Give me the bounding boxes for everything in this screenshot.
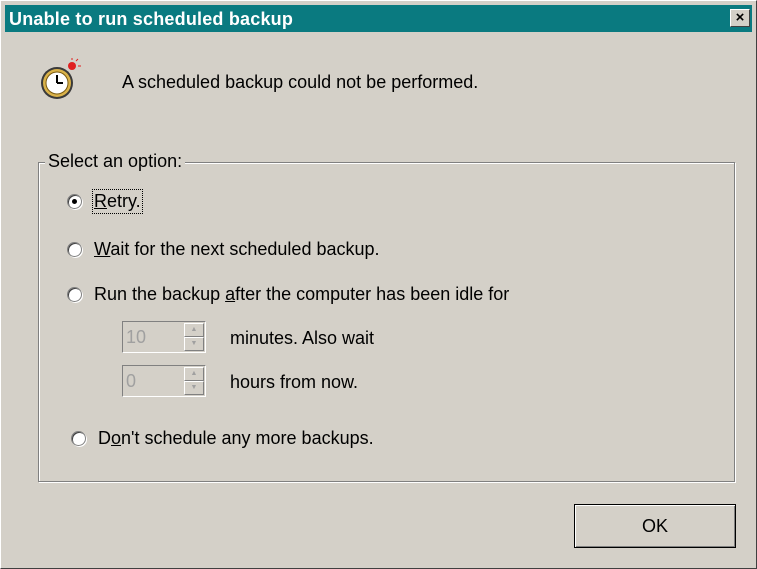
- hours-up-arrow-icon[interactable]: ▲: [184, 367, 204, 381]
- dialog-window: Unable to run scheduled backup × A sched…: [0, 0, 757, 569]
- close-button[interactable]: ×: [730, 9, 750, 27]
- options-group-label: Select an option:: [45, 151, 186, 172]
- ok-button[interactable]: OK: [574, 504, 736, 548]
- minutes-spinner[interactable]: 10 ▲ ▼: [122, 321, 206, 353]
- hours-label: hours from now.: [230, 372, 359, 392]
- idle-radio[interactable]: [67, 287, 82, 302]
- hours-down-arrow-icon[interactable]: ▼: [184, 381, 204, 395]
- no-schedule-radio[interactable]: [71, 431, 86, 446]
- wait-radio[interactable]: [67, 242, 82, 257]
- title-bar[interactable]: Unable to run scheduled backup ×: [5, 5, 752, 32]
- wait-label: Wait for the next scheduled backup.: [94, 239, 380, 259]
- window-title: Unable to run scheduled backup: [9, 9, 294, 29]
- retry-label: Retry.: [92, 189, 143, 214]
- wait-option[interactable]: Wait for the next scheduled backup.: [67, 239, 380, 260]
- error-message: A scheduled backup could not be performe…: [122, 72, 479, 92]
- idle-label: Run the backup after the computer has be…: [94, 284, 510, 304]
- retry-radio[interactable]: [67, 194, 82, 209]
- minutes-label: minutes. Also wait: [230, 328, 375, 348]
- retry-option[interactable]: Retry.: [67, 189, 143, 214]
- close-icon: ×: [735, 9, 745, 26]
- idle-option[interactable]: Run the backup after the computer has be…: [67, 284, 509, 305]
- minutes-down-arrow-icon[interactable]: ▼: [184, 337, 204, 351]
- minutes-up-arrow-icon[interactable]: ▲: [184, 323, 204, 337]
- alarm-clock-icon: [41, 58, 81, 99]
- minutes-field[interactable]: 10: [124, 323, 185, 351]
- no-schedule-option[interactable]: Don't schedule any more backups.: [71, 428, 374, 449]
- hours-field[interactable]: 0: [124, 367, 185, 395]
- hours-spinner[interactable]: 0 ▲ ▼: [122, 365, 206, 397]
- no-schedule-label: Don't schedule any more backups.: [98, 428, 374, 448]
